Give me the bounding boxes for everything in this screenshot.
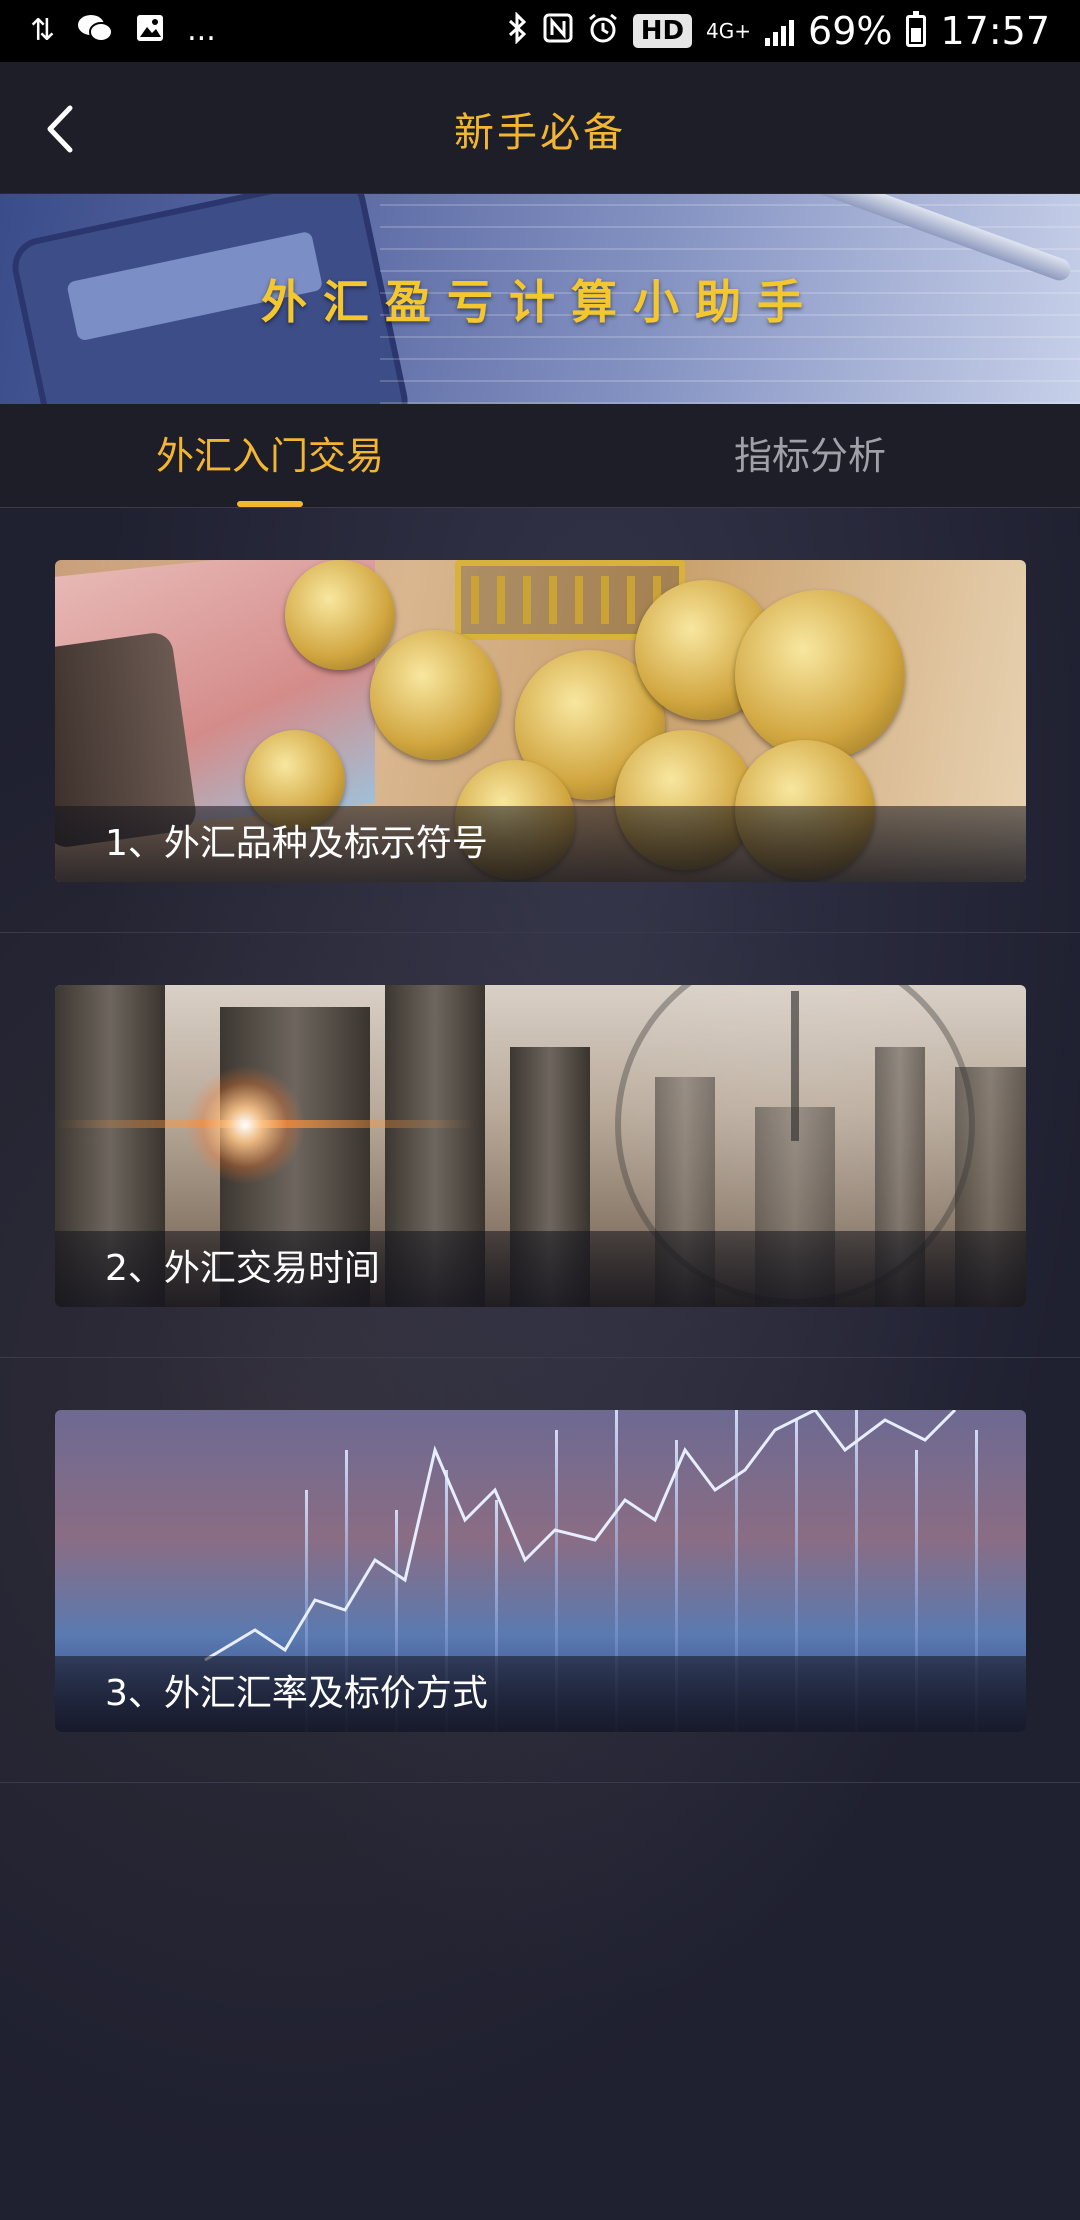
- tab-label: 指标分析: [733, 434, 886, 478]
- list-item[interactable]: 2、外汇交易时间: [0, 933, 1080, 1358]
- coin: [285, 560, 395, 670]
- calculator-banner[interactable]: 外汇盈亏计算小助手: [0, 194, 1080, 404]
- article-caption: 2、外汇交易时间: [55, 1231, 1026, 1307]
- tab-forex-intro[interactable]: 外汇入门交易: [0, 404, 540, 507]
- clock-time: 17:57: [940, 9, 1050, 53]
- bluetooth-icon: [507, 11, 529, 50]
- tab-active-indicator: [237, 501, 303, 507]
- alarm-icon: [587, 12, 619, 50]
- tab-label: 外汇入门交易: [155, 434, 384, 478]
- status-right-icons: HD 4G+ 69% 17:57: [507, 9, 1050, 53]
- page-title: 新手必备: [454, 110, 626, 156]
- article-caption: 3、外汇汇率及标价方式: [55, 1656, 1026, 1732]
- network-type-label: 4G+: [706, 19, 752, 43]
- article-caption: 1、外汇品种及标示符号: [55, 806, 1026, 882]
- tab-bar: 外汇入门交易 指标分析: [0, 404, 1080, 508]
- hd-badge: HD: [632, 14, 693, 48]
- lens-flare: [185, 1065, 305, 1185]
- usb-debug-icon: ⇅: [30, 13, 56, 48]
- banner-title: 外汇盈亏计算小助手: [261, 275, 819, 329]
- list-item[interactable]: 1、外汇品种及标示符号: [0, 508, 1080, 933]
- status-left-icons: ⇅ ...: [30, 13, 216, 49]
- app-header: 新手必备: [0, 62, 1080, 194]
- status-bar: ⇅ ... HD 4G+ 69% 17:57: [0, 0, 1080, 62]
- signal-icon: [765, 16, 795, 46]
- more-dots-icon: ...: [187, 13, 216, 48]
- list-item[interactable]: 3、外汇汇率及标价方式: [0, 1358, 1080, 1783]
- article-card[interactable]: 3、外汇汇率及标价方式: [55, 1410, 1026, 1732]
- article-list: 1、外汇品种及标示符号 2、外汇交易时间 3、外汇汇率及标价方式: [0, 508, 1080, 2220]
- clock-hand: [791, 991, 799, 1141]
- article-card[interactable]: 1、外汇品种及标示符号: [55, 560, 1026, 882]
- battery-percent: 69%: [808, 9, 893, 53]
- coin: [370, 630, 500, 760]
- tab-indicator-analysis[interactable]: 指标分析: [540, 404, 1080, 507]
- nfc-icon: [543, 13, 573, 49]
- battery-icon: [906, 11, 927, 47]
- gallery-icon: [135, 13, 165, 49]
- coin: [735, 590, 905, 760]
- wechat-icon: [77, 13, 114, 49]
- article-card[interactable]: 2、外汇交易时间: [55, 985, 1026, 1307]
